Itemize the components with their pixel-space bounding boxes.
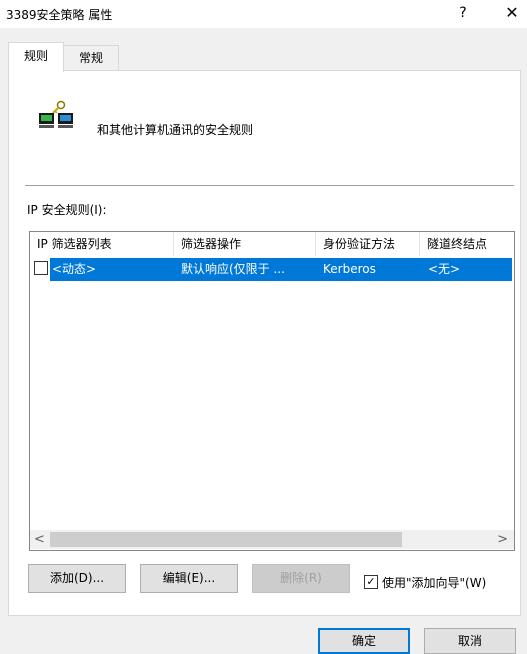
wizard-checkbox[interactable]: ✓	[364, 575, 378, 589]
policy-description: 和其他计算机通讯的安全规则	[97, 123, 254, 137]
rule-checkbox[interactable]	[34, 261, 48, 275]
cancel-button[interactable]: 取消	[424, 628, 516, 654]
list-header: IP 筛选器列表 筛选器操作 身份验证方法 隧道终结点	[30, 232, 514, 256]
remove-button[interactable]: 删除(R)	[252, 564, 350, 593]
scroll-right-icon[interactable]: >	[497, 530, 508, 549]
cell-filter-list: <动态>	[52, 262, 97, 276]
edit-button[interactable]: 编辑(E)...	[140, 564, 238, 593]
table-row[interactable]: <动态> 默认响应(仅限于 ... Kerberos <无>	[30, 258, 514, 281]
cell-auth-method: Kerberos	[323, 262, 376, 276]
ok-button[interactable]: 确定	[318, 628, 410, 654]
scrollbar-thumb[interactable]	[50, 532, 402, 547]
cell-filter-action: 默认响应(仅限于 ...	[181, 262, 285, 276]
horizontal-scrollbar[interactable]: < >	[30, 530, 514, 549]
divider	[25, 185, 514, 186]
window-title: 3389安全策略 属性	[6, 8, 113, 22]
column-header-tunnel-endpoint[interactable]: 隧道终结点	[420, 232, 514, 256]
rules-panel: 和其他计算机通讯的安全规则 IP 安全规则(I): IP 筛选器列表 筛选器操作…	[8, 70, 521, 616]
wizard-label: 使用"添加向导"(W)	[382, 576, 487, 590]
selected-row-highlight[interactable]: <动态> 默认响应(仅限于 ... Kerberos <无>	[50, 258, 512, 281]
scroll-left-icon[interactable]: <	[34, 530, 45, 549]
cell-tunnel-endpoint: <无>	[428, 262, 461, 276]
column-header-auth-method[interactable]: 身份验证方法	[316, 232, 420, 256]
ip-rules-label: IP 安全规则(I):	[27, 203, 107, 217]
column-header-filter-list[interactable]: IP 筛选器列表	[30, 232, 174, 256]
network-computers-icon	[39, 100, 73, 128]
add-button[interactable]: 添加(D)...	[28, 564, 126, 593]
ip-rules-list[interactable]: IP 筛选器列表 筛选器操作 身份验证方法 隧道终结点 <动态> 默认响应(仅限…	[29, 231, 515, 551]
column-header-filter-action[interactable]: 筛选器操作	[174, 232, 316, 256]
close-button[interactable]: ✕	[497, 0, 527, 28]
tab-general[interactable]: 常规	[63, 45, 119, 70]
help-button[interactable]: ?	[448, 0, 478, 28]
tab-rules[interactable]: 规则	[8, 42, 64, 72]
title-bar: 3389安全策略 属性 ? ✕	[0, 0, 527, 28]
